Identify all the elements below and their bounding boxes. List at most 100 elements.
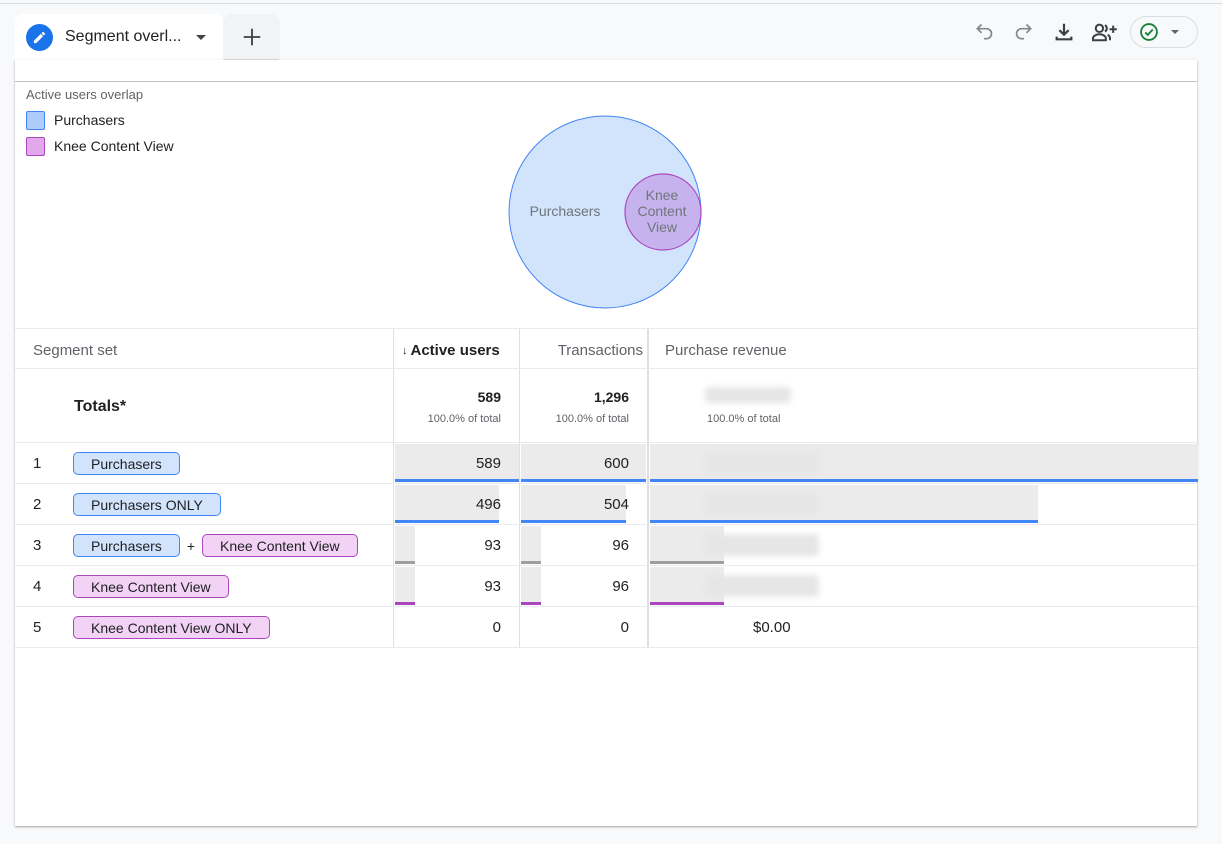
header-label-text: Active users	[410, 342, 500, 359]
segment-chip[interactable]: Knee Content View	[73, 575, 229, 598]
value-bar-underline	[521, 561, 541, 564]
segment-chip[interactable]: Purchasers	[73, 452, 180, 475]
active-users-cell: 0	[393, 607, 519, 647]
transactions-cell: 96	[519, 566, 647, 606]
row-number: 1	[33, 455, 42, 472]
active-users-cell: 589	[393, 443, 519, 483]
tab-segment-overlap[interactable]: Segment overl...	[15, 14, 223, 60]
segment-chip[interactable]: Purchasers	[73, 534, 180, 557]
segment-chips: Purchasers	[73, 452, 180, 475]
revenue-cell	[647, 566, 1197, 606]
status-dropdown[interactable]	[1130, 16, 1198, 48]
segment-cell: 5 Knee Content View ONLY	[15, 607, 393, 647]
undo-icon	[976, 23, 993, 40]
pencil-icon[interactable]	[26, 23, 53, 51]
value-bar	[521, 567, 541, 605]
venn-diagram: Purchasers Knee Content View	[508, 115, 702, 309]
value-bar-underline	[650, 602, 724, 605]
totals-row: Totals* 589 100.0% of total 1,296 100.0%…	[15, 369, 1197, 443]
check-circle-icon	[1140, 23, 1158, 41]
segment-chip[interactable]: Purchasers ONLY	[73, 493, 221, 516]
table-row[interactable]: 4 Knee Content View 93 96	[15, 566, 1197, 607]
download-button[interactable]	[1044, 16, 1084, 48]
header-purchase-revenue[interactable]: Purchase revenue	[647, 329, 1197, 368]
transactions-value: 0	[620, 619, 629, 636]
toolbar	[964, 16, 1198, 48]
redacted-value	[705, 493, 819, 515]
active-users-value: 496	[475, 496, 501, 513]
transactions-value: 96	[612, 578, 629, 595]
chevron-down-icon	[1171, 30, 1179, 34]
table-row[interactable]: 1 Purchasers 589 600	[15, 443, 1198, 484]
tab-label: Segment overl...	[65, 28, 182, 45]
chevron-down-icon[interactable]	[195, 34, 206, 40]
value-bar	[395, 567, 415, 605]
header-label: ↓ Active users	[402, 342, 500, 359]
row-number: 5	[33, 619, 42, 636]
value-bar-underline	[395, 602, 415, 605]
revenue-value: $0.00	[753, 619, 791, 636]
value-bar-underline	[395, 561, 415, 564]
revenue-cell	[647, 484, 1197, 524]
value-bar	[395, 526, 415, 564]
active-users-value: 93	[484, 537, 501, 554]
active-users-cell: 93	[393, 566, 519, 606]
active-users-cell: 496	[393, 484, 519, 524]
redacted-value	[705, 575, 819, 597]
legend-item-knee-content-view[interactable]: Knee Content View	[26, 136, 174, 156]
share-button[interactable]	[1084, 16, 1124, 48]
redo-button[interactable]	[1004, 16, 1044, 48]
redacted-value	[705, 452, 819, 474]
transactions-cell: 600	[519, 443, 647, 483]
header-label: Transactions	[557, 342, 643, 359]
row-number: 2	[33, 496, 42, 513]
segment-chips: Purchasers + Knee Content View	[73, 534, 358, 557]
segment-cell: 3 Purchasers + Knee Content View	[15, 525, 393, 565]
segment-cell: 2 Purchasers ONLY	[15, 484, 393, 524]
chart-legend: Active users overlap Purchasers Knee Con…	[26, 87, 174, 156]
legend-title: Active users overlap	[26, 87, 144, 102]
value-bar-underline	[521, 520, 626, 523]
segment-cell: 4 Knee Content View	[15, 566, 393, 606]
redacted-value	[705, 387, 791, 403]
segment-chips: Knee Content View	[73, 575, 229, 598]
table-row[interactable]: 2 Purchasers ONLY 496 504	[15, 484, 1197, 525]
download-icon	[1055, 23, 1073, 41]
totals-percent: 100.0% of total	[555, 413, 629, 425]
header-active-users[interactable]: ↓ Active users	[393, 329, 519, 368]
header-label: Segment set	[33, 342, 118, 359]
report-card: Active users overlap Purchasers Knee Con…	[15, 60, 1198, 826]
undo-button[interactable]	[964, 16, 1004, 48]
active-users-value: 93	[484, 578, 501, 595]
venn-label-knee-line1: Knee	[646, 187, 679, 203]
totals-value: 589	[477, 389, 501, 405]
value-bar-underline	[395, 520, 499, 523]
totals-label-cell: Totals*	[15, 369, 393, 442]
header-transactions[interactable]: Transactions	[519, 329, 647, 368]
add-tab-button[interactable]	[224, 14, 279, 59]
table-row[interactable]: 3 Purchasers + Knee Content View 93 96	[15, 525, 1197, 566]
redo-icon	[1015, 23, 1032, 40]
totals-label: Totals*	[74, 398, 127, 415]
legend-label: Knee Content View	[54, 138, 174, 154]
totals-percent: 100.0% of total	[427, 413, 501, 425]
revenue-cell	[647, 525, 1197, 565]
table-row[interactable]: 5 Knee Content View ONLY 0 0 $0.00	[15, 607, 1197, 648]
legend-label: Purchasers	[54, 112, 125, 128]
transactions-value: 600	[603, 455, 629, 472]
active-users-value: 589	[475, 455, 501, 472]
segment-chips: Knee Content View ONLY	[73, 616, 270, 639]
legend-swatch	[26, 136, 45, 156]
totals-purchase-revenue: 100.0% of total	[647, 369, 1197, 442]
segment-chip[interactable]: Knee Content View ONLY	[73, 616, 270, 639]
active-users-cell: 93	[393, 525, 519, 565]
transactions-value: 96	[612, 537, 629, 554]
venn-label-knee-line3: View	[647, 219, 678, 235]
card-divider	[15, 81, 1197, 82]
revenue-cell: $0.00	[647, 607, 1197, 647]
redacted-value	[705, 534, 819, 556]
value-bar-underline	[395, 479, 519, 482]
segment-chip[interactable]: Knee Content View	[202, 534, 358, 557]
venn-label-purchasers: Purchasers	[530, 203, 601, 219]
legend-item-purchasers[interactable]: Purchasers	[26, 110, 174, 130]
